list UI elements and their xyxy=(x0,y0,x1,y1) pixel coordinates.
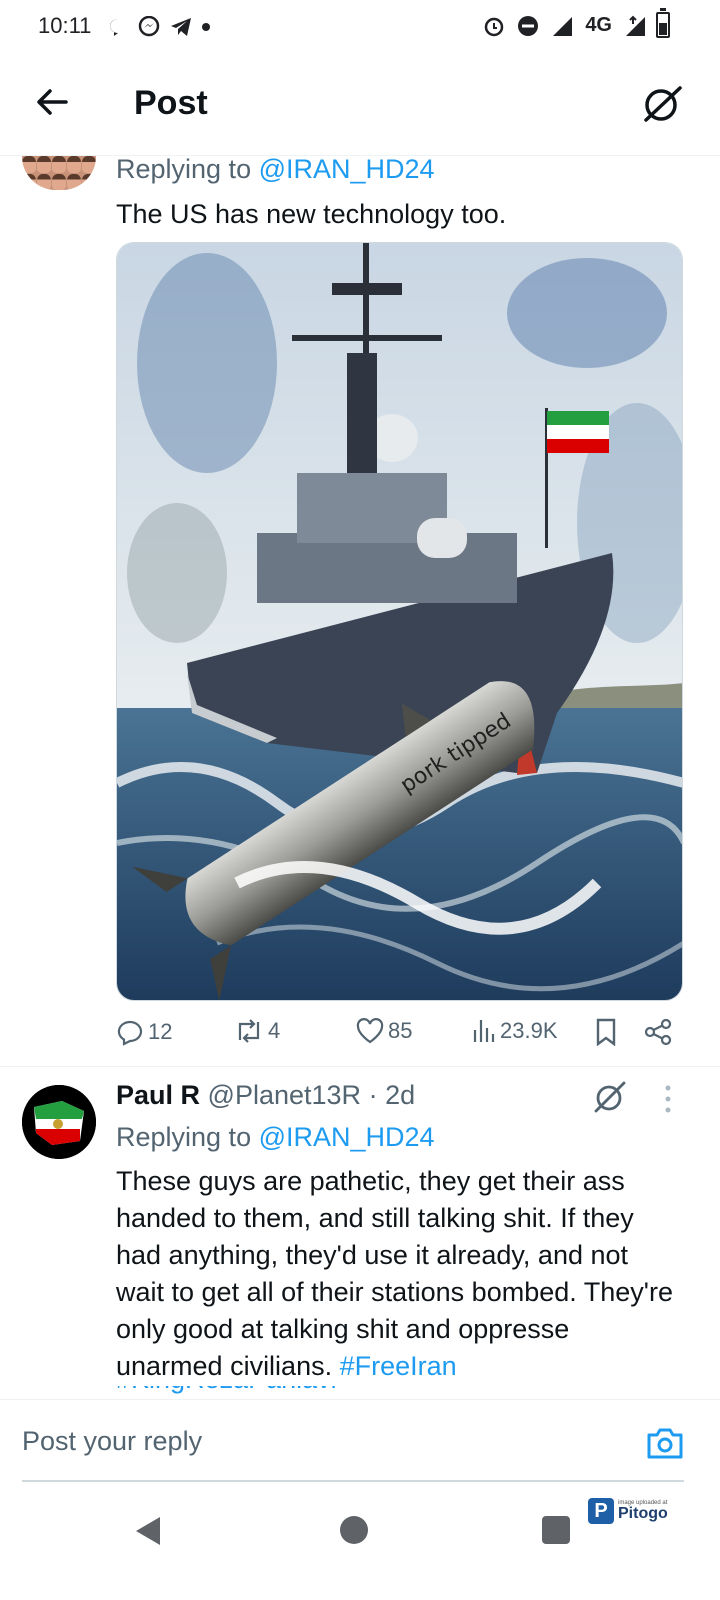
more-options-icon[interactable] xyxy=(662,1084,674,1114)
views-count: 23.9K xyxy=(500,1018,558,1043)
meta-separator: · xyxy=(368,1080,378,1110)
reply-composer xyxy=(0,1399,720,1483)
reply-count: 12 xyxy=(148,1019,173,1044)
replying-to-label: Replying to xyxy=(116,154,252,184)
author-handle[interactable]: @Planet13R xyxy=(208,1080,362,1110)
system-icons: 4G xyxy=(483,14,646,37)
tweet-text: These guys are pathetic, they get their … xyxy=(116,1163,676,1385)
heart-icon xyxy=(356,1018,384,1044)
reply-icon xyxy=(117,1020,143,1046)
telegram-icon xyxy=(171,18,191,36)
tweet-author-line: Paul R @Planet13R · 2d xyxy=(116,1080,415,1111)
dot-icon xyxy=(202,23,210,31)
views-icon xyxy=(473,1020,495,1042)
author-name[interactable]: Paul R xyxy=(116,1080,200,1110)
page-title: Post xyxy=(134,84,208,122)
post-header: Post xyxy=(0,52,720,156)
grok-icon[interactable] xyxy=(592,1079,628,1115)
replying-to-handle[interactable]: @IRAN_HD24 xyxy=(259,154,435,184)
chat-bubble-icon xyxy=(110,19,118,36)
arrow-left-icon[interactable] xyxy=(30,80,74,124)
repost-count: 4 xyxy=(268,1018,281,1043)
replying-to-handle[interactable]: @IRAN_HD24 xyxy=(259,1122,435,1152)
reply-input[interactable] xyxy=(22,1426,582,1457)
replying-to: Replying to @IRAN_HD24 xyxy=(116,1122,435,1153)
tweet-text: The US has new technology too. xyxy=(116,199,507,229)
tweet-divider xyxy=(0,1066,720,1067)
messenger-icon xyxy=(138,16,160,37)
tweet-actions: 12 4 85 23.9K xyxy=(116,1014,676,1054)
signal-icon xyxy=(553,16,573,36)
clipped-hashtag: #KingRezaPahlavi xyxy=(116,1386,676,1400)
replying-to-label: Replying to xyxy=(116,1122,252,1152)
grok-icon[interactable] xyxy=(640,82,684,126)
system-nav-bar: P image uploaded at Pitogo xyxy=(0,1483,720,1600)
notification-icons xyxy=(108,16,210,38)
network-type: 4G xyxy=(585,14,612,36)
hashtag-link[interactable]: #FreeIran xyxy=(340,1351,457,1381)
nav-back-icon[interactable] xyxy=(134,1515,162,1547)
like-count: 85 xyxy=(388,1018,413,1043)
nav-home-icon[interactable] xyxy=(340,1516,368,1544)
share-icon[interactable] xyxy=(644,1018,672,1046)
battery-icon xyxy=(656,8,670,38)
nav-recents-icon[interactable] xyxy=(542,1516,570,1544)
hashtag-link[interactable]: #KingRezaPahlavi xyxy=(116,1386,337,1395)
composer-underline xyxy=(22,1480,684,1482)
watermark: P image uploaded at Pitogo xyxy=(588,1498,668,1524)
dnd-icon xyxy=(518,15,539,36)
avatar[interactable] xyxy=(22,1085,96,1159)
watermark-logo: P xyxy=(588,1498,614,1524)
status-bar: 10:11 4G xyxy=(0,0,720,52)
avatar[interactable] xyxy=(22,156,96,190)
reply-button[interactable]: 12 xyxy=(116,1018,172,1046)
like-button[interactable]: 85 xyxy=(356,1018,412,1044)
replying-to: Replying to @IRAN_HD24 xyxy=(116,154,435,185)
views-button[interactable]: 23.9K xyxy=(472,1018,558,1044)
tweet-body: These guys are pathetic, they get their … xyxy=(116,1166,673,1381)
tweet-image[interactable]: pork tipped xyxy=(116,242,683,1001)
wifi-icon xyxy=(626,15,645,36)
status-time: 10:11 xyxy=(38,13,92,38)
alarm-icon xyxy=(485,17,504,36)
tweet-time[interactable]: 2d xyxy=(385,1080,415,1110)
repost-button[interactable]: 4 xyxy=(234,1018,280,1044)
repost-icon xyxy=(238,1019,260,1043)
bookmark-icon[interactable] xyxy=(594,1018,618,1046)
watermark-name: Pitogo xyxy=(618,1505,668,1522)
camera-icon[interactable] xyxy=(646,1426,684,1460)
